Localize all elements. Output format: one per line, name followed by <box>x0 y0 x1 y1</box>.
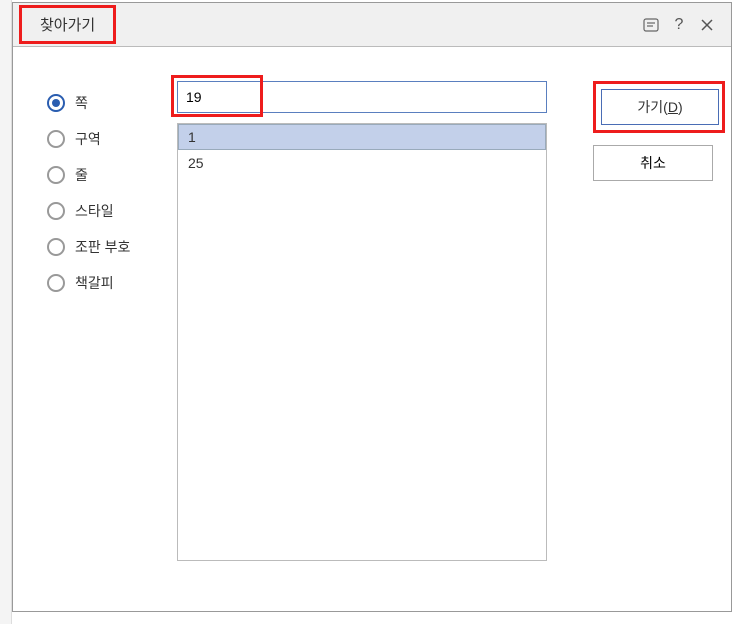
page-list[interactable]: 1 25 <box>177 123 547 561</box>
radio-label: 구역 <box>75 129 101 149</box>
cancel-button-label: 취소 <box>640 153 666 173</box>
go-button[interactable]: 가기(D) <box>601 89 719 125</box>
list-item[interactable]: 1 <box>178 124 546 150</box>
close-icon[interactable] <box>693 11 721 39</box>
radio-label: 줄 <box>75 165 88 185</box>
center-column: 1 25 <box>177 75 581 593</box>
goto-dialog: 찾아가기 ? 쪽 구역 줄 스타일 <box>12 2 732 612</box>
radio-label: 스타일 <box>75 201 114 221</box>
radio-label: 책갈피 <box>75 273 114 293</box>
radio-icon <box>47 166 65 184</box>
radio-style[interactable]: 스타일 <box>47 193 177 229</box>
go-button-highlight: 가기(D) <box>593 81 725 133</box>
radio-group: 쪽 구역 줄 스타일 조판 부호 책갈피 <box>47 75 177 593</box>
input-wrap <box>177 81 575 115</box>
cancel-button[interactable]: 취소 <box>593 145 713 181</box>
radio-page[interactable]: 쪽 <box>47 85 177 121</box>
go-button-key: D <box>668 99 678 115</box>
options-icon[interactable] <box>637 11 665 39</box>
radio-label: 쪽 <box>75 93 88 113</box>
dialog-title: 찾아가기 <box>32 13 103 38</box>
radio-bookmark[interactable]: 책갈피 <box>47 265 177 301</box>
list-item[interactable]: 25 <box>178 150 546 176</box>
radio-icon <box>47 94 65 112</box>
title-highlight: 찾아가기 <box>19 5 116 44</box>
help-icon[interactable]: ? <box>665 11 693 39</box>
background-edge <box>0 0 12 624</box>
go-button-prefix: 가기( <box>637 97 667 117</box>
radio-icon <box>47 130 65 148</box>
radio-icon <box>47 202 65 220</box>
go-button-suffix: ) <box>678 99 683 115</box>
radio-icon <box>47 274 65 292</box>
button-column: 가기(D) 취소 <box>581 75 713 593</box>
radio-icon <box>47 238 65 256</box>
dialog-body: 쪽 구역 줄 스타일 조판 부호 책갈피 <box>13 47 731 611</box>
titlebar: 찾아가기 ? <box>13 3 731 47</box>
radio-line[interactable]: 줄 <box>47 157 177 193</box>
page-number-input[interactable] <box>177 81 547 113</box>
radio-section[interactable]: 구역 <box>47 121 177 157</box>
radio-markup[interactable]: 조판 부호 <box>47 229 177 265</box>
radio-label: 조판 부호 <box>75 237 130 257</box>
